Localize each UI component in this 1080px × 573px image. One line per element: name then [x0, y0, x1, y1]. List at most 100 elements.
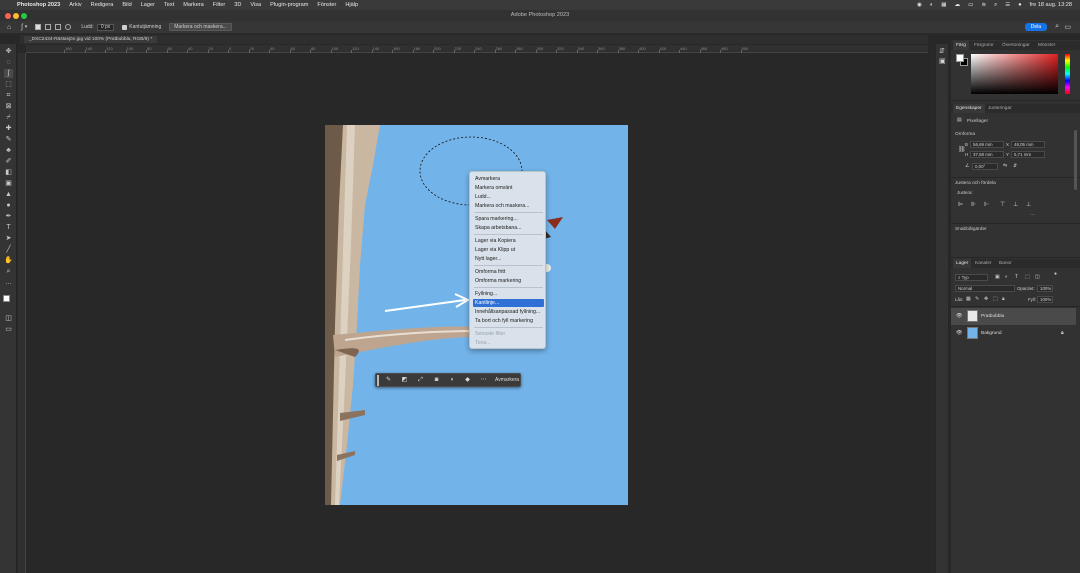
hue-slider[interactable]	[1065, 54, 1070, 94]
width-field[interactable]: 56,69 mm	[970, 141, 1004, 148]
focus-icon[interactable]: ◐	[930, 2, 933, 8]
filter-toggle-icon[interactable]: ●	[1054, 271, 1057, 277]
tab-kanaler[interactable]: Kanaler	[972, 259, 995, 268]
deselect-button[interactable]: Avmarkera	[495, 376, 519, 385]
add-selection-icon[interactable]	[45, 24, 52, 30]
filter-text-icon[interactable]: T	[1015, 274, 1018, 280]
brush-mask-icon[interactable]: ✎	[384, 376, 393, 385]
ctx-skapa-arbetsbana[interactable]: Skapa arbetsbana...	[473, 224, 544, 232]
layer-filter-select[interactable]: ⌕ Typ	[955, 274, 988, 281]
color-field[interactable]	[971, 54, 1058, 94]
menu-fonster[interactable]: Fönster	[317, 2, 336, 8]
align-bottom-icon[interactable]: ⊥	[1026, 201, 1031, 208]
menu-redigera[interactable]: Redigera	[91, 2, 114, 8]
crop-tool-icon[interactable]: ⌗	[4, 91, 13, 100]
move-tool-icon[interactable]: ✥	[4, 47, 13, 56]
ctx-avmarkera[interactable]: Avmarkera	[473, 175, 544, 183]
lasso-tool-icon[interactable]: ʃ	[4, 69, 13, 78]
pen-tool-icon[interactable]: ✒	[4, 212, 13, 221]
zoom-tool-icon[interactable]: ⌕	[4, 267, 13, 276]
visibility-eye-icon[interactable]: 👁︎	[956, 313, 962, 319]
minimize-icon[interactable]	[13, 13, 19, 19]
tab-fargrutor[interactable]: Färgrutor	[971, 41, 997, 50]
tab-banor[interactable]: Banor	[996, 259, 1015, 268]
menu-visa[interactable]: Visa	[250, 2, 261, 8]
tab-farg[interactable]: Färg	[953, 41, 969, 50]
path-select-tool-icon[interactable]: ➤	[4, 234, 13, 243]
antialias-checkbox[interactable]	[122, 24, 128, 30]
ctx-omforma-fritt[interactable]: Omforma fritt	[473, 268, 544, 276]
adjustment-icon[interactable]: ◑	[447, 376, 456, 385]
filter-shape-icon[interactable]: ⬚	[1025, 274, 1030, 280]
tab-lager[interactable]: Lager	[953, 259, 972, 268]
tab-justeringar[interactable]: Justeringar	[985, 104, 1015, 113]
quick-actions-label[interactable]: Snabbåtgärder	[955, 227, 987, 232]
invert-selection-icon[interactable]: ◩	[400, 376, 409, 385]
more-align-icon[interactable]: ⋯	[1030, 213, 1035, 218]
align-section-label[interactable]: Justera och fördela	[955, 181, 996, 186]
ctx-fyllning[interactable]: Fyllning...	[473, 290, 544, 298]
align-left-icon[interactable]: ⊫	[958, 201, 963, 208]
ctx-innehallsanpassad-fyllning[interactable]: Innehållsanpassad fyllning...	[473, 308, 544, 316]
menu-plugin[interactable]: Plugin-program	[270, 2, 308, 8]
lock-pixels-icon[interactable]: ✎	[975, 296, 979, 302]
lock-all-icon[interactable]: 🔒︎	[1002, 296, 1005, 302]
history-panel-icon[interactable]: ⇵	[939, 47, 945, 55]
ctx-lager-via-klipp-ut[interactable]: Lager via Klipp ut	[473, 246, 544, 254]
more-options-icon[interactable]: ⋯	[479, 376, 488, 385]
menu-arkiv[interactable]: Arkiv	[69, 2, 81, 8]
frame-tool-icon[interactable]: ⊠	[4, 102, 13, 111]
ctx-spara-markering[interactable]: Spara markering...	[473, 215, 544, 223]
layer-name[interactable]: Pratbubbla	[981, 314, 1004, 319]
filter-pixel-icon[interactable]: ▣	[995, 274, 1000, 280]
ctx-omforma-markering[interactable]: Omforma markering	[473, 277, 544, 285]
menu-3d[interactable]: 3D	[234, 2, 241, 8]
comments-panel-icon[interactable]: ▣	[939, 57, 946, 65]
ctx-markera-och-maskera[interactable]: Markera och maskera...	[473, 202, 544, 210]
quick-mask-icon[interactable]: ◫	[4, 314, 13, 323]
maximize-icon[interactable]	[21, 13, 27, 19]
chevron-down-icon[interactable]: ▾	[25, 24, 28, 30]
eyedropper-tool-icon[interactable]: ⌿	[4, 113, 13, 122]
flip-horizontal-icon[interactable]: ⇋	[1003, 164, 1007, 169]
close-icon[interactable]	[5, 13, 11, 19]
siri-icon[interactable]: ●	[1018, 2, 1021, 8]
workspace-icon[interactable]: ▭	[1064, 23, 1071, 31]
eraser-tool-icon[interactable]: ◧	[4, 168, 13, 177]
menu-bild[interactable]: Bild	[122, 2, 131, 8]
foreground-swatch[interactable]	[956, 54, 964, 62]
menubar-datetime[interactable]: fre 18 aug. 13:28	[1030, 2, 1072, 8]
layer-row-pratbubbla[interactable]: 👁︎ Pratbubbla	[951, 308, 1076, 325]
more-tools-icon[interactable]: …	[4, 278, 13, 287]
menu-filter[interactable]: Filter	[213, 2, 225, 8]
intersect-selection-icon[interactable]	[65, 24, 72, 30]
lasso-tool-icon[interactable]: ʃ	[21, 24, 23, 31]
wifi-icon[interactable]: ≋	[981, 2, 986, 8]
x-field[interactable]: 48,05 mm	[1011, 141, 1045, 148]
menu-lager[interactable]: Lager	[141, 2, 155, 8]
gradient-tool-icon[interactable]: ▣	[4, 179, 13, 188]
filter-smart-icon[interactable]: ◫	[1035, 274, 1040, 280]
ctx-lager-via-kopiera[interactable]: Lager via Kopiera	[473, 237, 544, 245]
angle-field[interactable]: 0,00°	[972, 163, 998, 170]
ctx-markera-omvant[interactable]: Markera omvänt	[473, 184, 544, 192]
menu-hjalp[interactable]: Hjälp	[345, 2, 358, 8]
transform-icon[interactable]: ⤢	[416, 376, 425, 385]
cloud-icon[interactable]: ☁	[955, 2, 961, 8]
foreground-color-swatch[interactable]	[3, 295, 10, 302]
flip-vertical-icon[interactable]: ⇵	[1013, 164, 1017, 169]
ctx-kantlinje[interactable]: Kantlinje...	[473, 299, 544, 307]
opacity-field[interactable]: 100%	[1037, 285, 1053, 292]
history-brush-icon[interactable]: ✐	[4, 157, 13, 166]
select-and-mask-button[interactable]: Markera och maskera...	[169, 23, 232, 31]
blur-tool-icon[interactable]: ▲	[4, 190, 13, 199]
tab-egenskaper[interactable]: Egenskaper	[953, 104, 985, 113]
ctx-ta-bort-och-fyll[interactable]: Ta bort och fyll markering	[473, 317, 544, 325]
hand-tool-icon[interactable]: ✋	[4, 256, 13, 265]
fill-field[interactable]: 100%	[1037, 296, 1053, 303]
ctx-nytt-lager[interactable]: Nytt lager...	[473, 255, 544, 263]
transform-section-label[interactable]: Omforma	[955, 132, 975, 137]
layer-row-bakgrund[interactable]: 👁︎ Bakgrund 🔒︎	[951, 325, 1076, 342]
screen-mode-icon[interactable]: ▭	[4, 325, 13, 334]
new-selection-icon[interactable]	[35, 24, 42, 30]
